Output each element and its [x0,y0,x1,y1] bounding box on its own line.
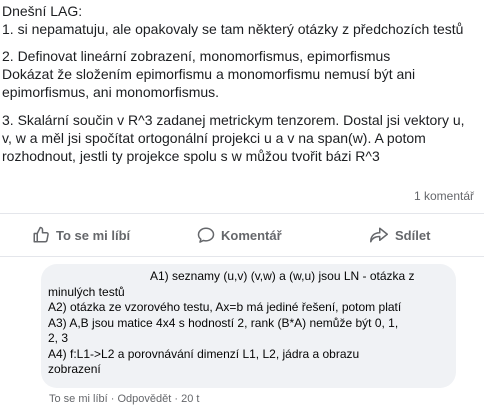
post-line: Dokázat že složením epimorfismu a monomo… [2,66,416,82]
post-body: Dnešní LAG: 1. si nepamatuju, ale opakov… [2,2,480,175]
post-line: 1. si nepamatuju, ale opakovaly se tam n… [2,21,464,37]
comment-bubble: A1) seznamy (u,v) (v,w) a (w,u) jsou LN … [41,264,456,388]
post-paragraph-2: 2. Definovat lineární zobrazení, monomor… [2,47,480,101]
comment-timestamp[interactable]: 20 t [181,393,199,405]
comment-line: minulých testů [48,284,125,299]
comment-count-link[interactable]: 1 komentář [414,189,474,203]
comment-line: A2) otázka ze vzorového testu, Ax=b má j… [48,300,402,314]
post-line: rozhodnout, jestli ty projekce spolu s w… [2,148,380,164]
comment-line: A4) f:L1->L2 a porovnávání dimenzí L1, L… [48,346,360,361]
like-label: To se mi líbí [56,227,131,243]
post-paragraph-3: 3. Skalární součin v R^3 zadanej metrick… [2,111,480,165]
comment-line: A3) A,B jsou matice 4x4 s hodností 2, ra… [48,315,399,330]
post-line: v, w a měl jsi spočítat ortogonální proj… [2,130,426,146]
comment-button[interactable]: Komentář [197,226,282,244]
divider [0,256,484,257]
post-line: Dnešní LAG: [2,3,83,19]
comment-line: zobrazení [48,362,101,376]
thumbs-up-icon [32,226,50,244]
post-line: epimorfismus, ani monomorfismus. [2,84,220,100]
comment-line: A1) seznamy (u,v) (v,w) a (w,u) jsou LN … [150,269,415,283]
comment-line: 2, 3 [48,331,69,345]
comment-like-link[interactable]: To se mi líbí [49,393,108,405]
share-arrow-icon [369,226,389,244]
post-paragraph-1: Dnešní LAG: 1. si nepamatuju, ale opakov… [2,2,480,38]
comment-label: Komentář [221,227,282,243]
comment-footer: To se mi líbí · Odpovědět · 20 t [49,393,199,405]
post-action-bar: To se mi líbí Komentář Sdílet [0,214,484,256]
post-line: 3. Skalární součin v R^3 zadanej metrick… [2,112,465,128]
share-label: Sdílet [395,227,431,243]
post-line: 2. Definovat lineární zobrazení, monomor… [2,48,391,64]
comment-reply-link[interactable]: Odpovědět [117,393,171,405]
share-button[interactable]: Sdílet [369,226,430,244]
like-button[interactable]: To se mi líbí [32,226,130,244]
comment-bubble-icon [197,226,215,244]
